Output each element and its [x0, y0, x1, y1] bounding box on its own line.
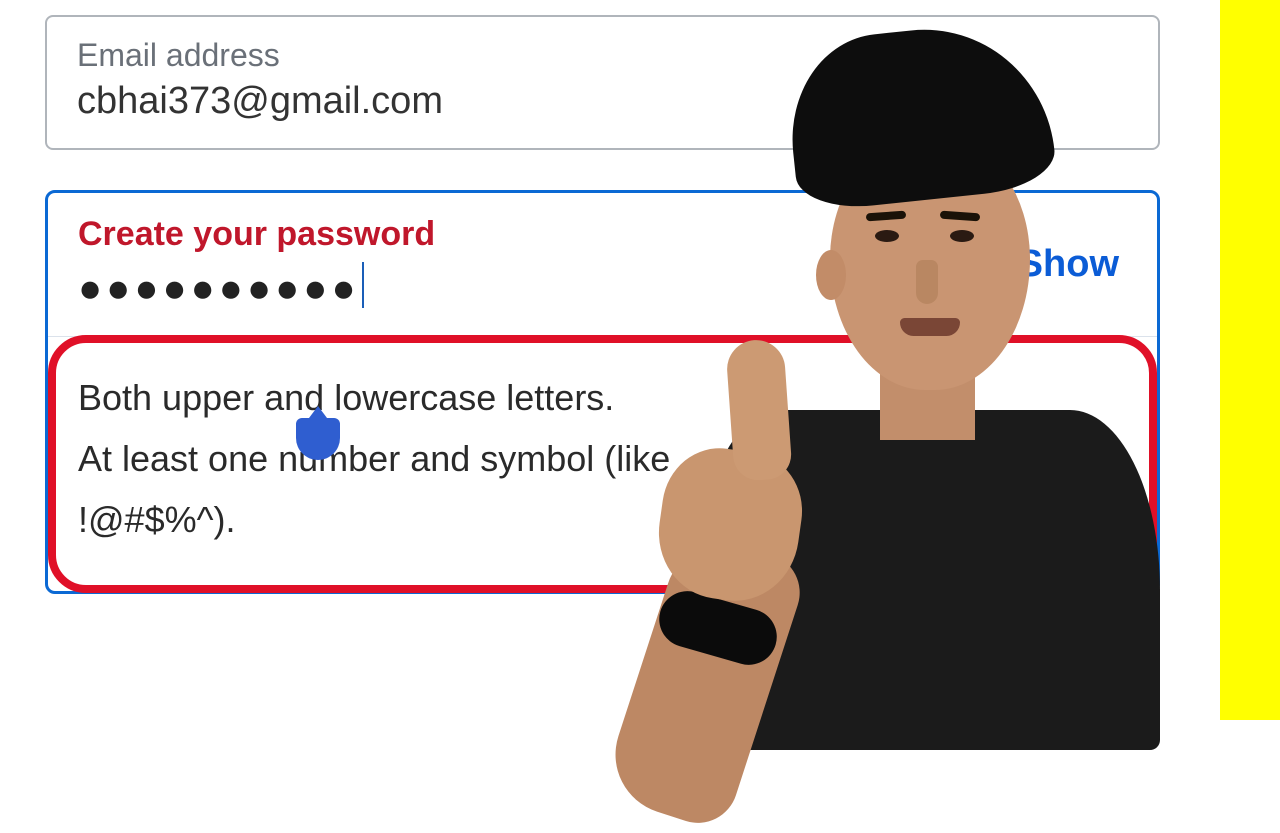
password-label: Create your password [78, 215, 1010, 254]
email-value: cbhai373@gmail.com [77, 80, 1128, 123]
password-hint-box: Both upper and lowercase letters. At lea… [48, 336, 1157, 591]
show-password-button[interactable]: Show [1010, 239, 1127, 290]
password-input[interactable]: ●●●●●●●●●● [78, 268, 1010, 314]
hint-line-1: Both upper and lowercase letters. [78, 367, 1127, 428]
text-caret [362, 262, 364, 308]
signup-form: Email address cbhai373@gmail.com Create … [45, 15, 1160, 594]
text-cursor-handle-icon[interactable] [296, 408, 340, 460]
email-field[interactable]: Email address cbhai373@gmail.com [45, 15, 1160, 150]
hint-line-3: !@#$%^). [78, 489, 1127, 550]
email-label: Email address [77, 37, 1128, 74]
decorative-stripe [1220, 0, 1280, 720]
password-masked-value: ●●●●●●●●●● [78, 267, 360, 311]
password-field[interactable]: Create your password ●●●●●●●●●● Show Bot… [45, 190, 1160, 594]
hint-line-2: At least one number and symbol (like [78, 428, 1127, 489]
